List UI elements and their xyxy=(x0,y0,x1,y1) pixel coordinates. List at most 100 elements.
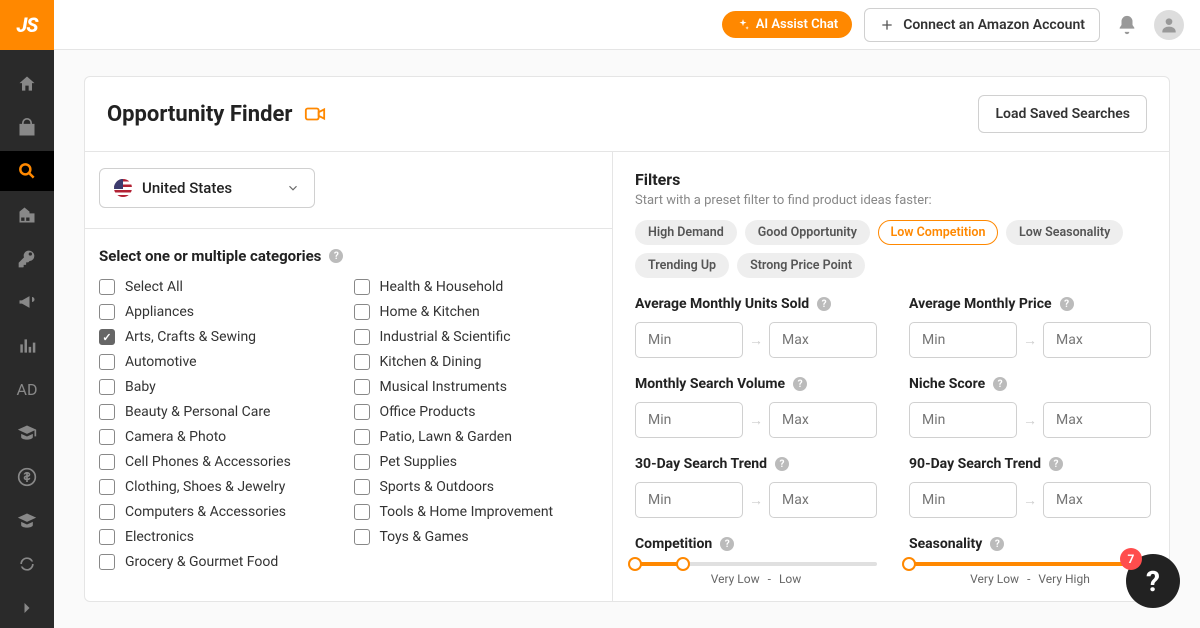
avg-units-max-input[interactable] xyxy=(769,322,877,358)
sidebar-item-more[interactable] xyxy=(0,545,54,585)
category-checkbox[interactable]: Kitchen & Dining xyxy=(354,354,599,370)
category-checkbox[interactable]: Pet Supplies xyxy=(354,454,599,470)
help-icon[interactable]: ? xyxy=(993,377,1007,391)
search-vol-max-input[interactable] xyxy=(769,402,877,438)
bag-icon xyxy=(17,118,37,138)
category-checkbox[interactable]: Tools & Home Improvement xyxy=(354,504,599,520)
user-avatar[interactable] xyxy=(1154,10,1184,40)
preset-pill[interactable]: Strong Price Point xyxy=(737,253,865,278)
logo[interactable]: JS xyxy=(0,0,54,50)
help-icon[interactable]: ? xyxy=(720,537,734,551)
avg-units-min-input[interactable] xyxy=(635,322,743,358)
seasonality-range-label: Very Low - Very High xyxy=(909,572,1151,586)
checkbox-icon xyxy=(354,304,370,320)
competition-slider[interactable] xyxy=(635,562,877,566)
category-checkbox[interactable]: Computers & Accessories xyxy=(99,504,344,520)
category-checkbox[interactable]: Arts, Crafts & Sewing xyxy=(99,329,344,345)
category-label: Home & Kitchen xyxy=(380,304,480,320)
sidebar-item-product[interactable] xyxy=(0,108,54,148)
country-selector[interactable]: United States xyxy=(99,168,315,208)
help-icon[interactable]: ? xyxy=(1049,457,1063,471)
connect-amazon-button[interactable]: Connect an Amazon Account xyxy=(864,8,1100,42)
preset-pill[interactable]: High Demand xyxy=(635,220,737,245)
help-icon[interactable]: ? xyxy=(817,297,831,311)
chevron-right-icon xyxy=(17,598,37,618)
help-fab-button[interactable]: ? 7 xyxy=(1126,554,1180,608)
trend90-min-input[interactable] xyxy=(909,482,1017,518)
filter-avg-units: Average Monthly Units Sold? → xyxy=(635,296,877,358)
trend30-max-input[interactable] xyxy=(769,482,877,518)
notifications-button[interactable] xyxy=(1112,10,1142,40)
category-label: Musical Instruments xyxy=(380,379,507,395)
help-icon[interactable]: ? xyxy=(775,457,789,471)
main: Opportunity Finder Load Saved Searches U… xyxy=(54,50,1200,628)
sidebar-item-analytics[interactable] xyxy=(0,326,54,366)
category-label: Select All xyxy=(125,279,183,295)
ai-chat-label: AI Assist Chat xyxy=(756,17,838,32)
sidebar-item-academy[interactable] xyxy=(0,414,54,454)
category-checkbox[interactable]: Appliances xyxy=(99,304,344,320)
niche-min-input[interactable] xyxy=(909,402,1017,438)
category-checkbox[interactable]: Electronics xyxy=(99,529,344,545)
sidebar-item-marketing[interactable] xyxy=(0,282,54,322)
categories-panel: United States Select one or multiple cat… xyxy=(85,152,613,601)
category-checkbox[interactable]: Baby xyxy=(99,379,344,395)
ai-assist-chat-button[interactable]: AI Assist Chat xyxy=(722,11,852,38)
category-label: Health & Household xyxy=(380,279,504,295)
avg-price-min-input[interactable] xyxy=(909,322,1017,358)
country-label: United States xyxy=(142,179,232,197)
filter-30-day-trend: 30-Day Search Trend? → xyxy=(635,456,877,518)
sidebar-item-suppliers[interactable] xyxy=(0,195,54,235)
category-checkbox[interactable]: Sports & Outdoors xyxy=(354,479,599,495)
sidebar-item-learn[interactable] xyxy=(0,501,54,541)
category-checkbox[interactable]: Camera & Photo xyxy=(99,429,344,445)
sidebar-item-keywords[interactable] xyxy=(0,239,54,279)
help-icon[interactable]: ? xyxy=(793,377,807,391)
checkbox-icon xyxy=(99,504,115,520)
sidebar-item-opportunity-finder[interactable] xyxy=(0,151,54,191)
search-vol-min-input[interactable] xyxy=(635,402,743,438)
category-label: Arts, Crafts & Sewing xyxy=(125,329,256,345)
category-checkbox[interactable]: Beauty & Personal Care xyxy=(99,404,344,420)
category-label: Industrial & Scientific xyxy=(380,329,511,345)
category-checkbox[interactable]: Home & Kitchen xyxy=(354,304,599,320)
category-checkbox[interactable]: Office Products xyxy=(354,404,599,420)
trend30-min-input[interactable] xyxy=(635,482,743,518)
category-checkbox[interactable]: Clothing, Shoes & Jewelry xyxy=(99,479,344,495)
category-label: Tools & Home Improvement xyxy=(380,504,554,520)
video-icon[interactable] xyxy=(304,103,326,125)
chart-icon xyxy=(17,336,37,356)
checkbox-icon xyxy=(99,404,115,420)
preset-pill[interactable]: Low Competition xyxy=(878,220,998,245)
sidebar-item-expand[interactable] xyxy=(0,588,54,628)
preset-pill[interactable]: Good Opportunity xyxy=(745,220,870,245)
load-saved-searches-button[interactable]: Load Saved Searches xyxy=(978,95,1147,133)
category-checkbox[interactable]: Industrial & Scientific xyxy=(354,329,599,345)
category-label: Sports & Outdoors xyxy=(380,479,494,495)
sidebar-item-finance[interactable] xyxy=(0,457,54,497)
category-checkbox[interactable]: Patio, Lawn & Garden xyxy=(354,429,599,445)
preset-pill[interactable]: Low Seasonality xyxy=(1006,220,1123,245)
help-icon[interactable]: ? xyxy=(329,249,343,263)
preset-pill[interactable]: Trending Up xyxy=(635,253,729,278)
category-checkbox[interactable]: Select All xyxy=(99,279,344,295)
category-checkbox[interactable]: Musical Instruments xyxy=(354,379,599,395)
category-checkbox[interactable]: Cell Phones & Accessories xyxy=(99,454,344,470)
category-checkbox[interactable]: Toys & Games xyxy=(354,529,599,545)
avg-price-max-input[interactable] xyxy=(1043,322,1151,358)
category-label: Office Products xyxy=(380,404,476,420)
trend90-max-input[interactable] xyxy=(1043,482,1151,518)
sidebar-item-home[interactable] xyxy=(0,64,54,104)
checkbox-icon xyxy=(99,329,115,345)
category-checkbox[interactable]: Automotive xyxy=(99,354,344,370)
arrow-icon: → xyxy=(1023,332,1037,349)
category-checkbox[interactable]: Health & Household xyxy=(354,279,599,295)
help-icon[interactable]: ? xyxy=(1060,297,1074,311)
seasonality-slider[interactable] xyxy=(909,562,1151,566)
checkbox-icon xyxy=(99,354,115,370)
category-checkbox[interactable]: Grocery & Gourmet Food xyxy=(99,554,344,570)
niche-max-input[interactable] xyxy=(1043,402,1151,438)
help-icon[interactable]: ? xyxy=(990,537,1004,551)
sidebar-item-ads[interactable]: AD xyxy=(0,370,54,410)
checkbox-icon xyxy=(354,504,370,520)
